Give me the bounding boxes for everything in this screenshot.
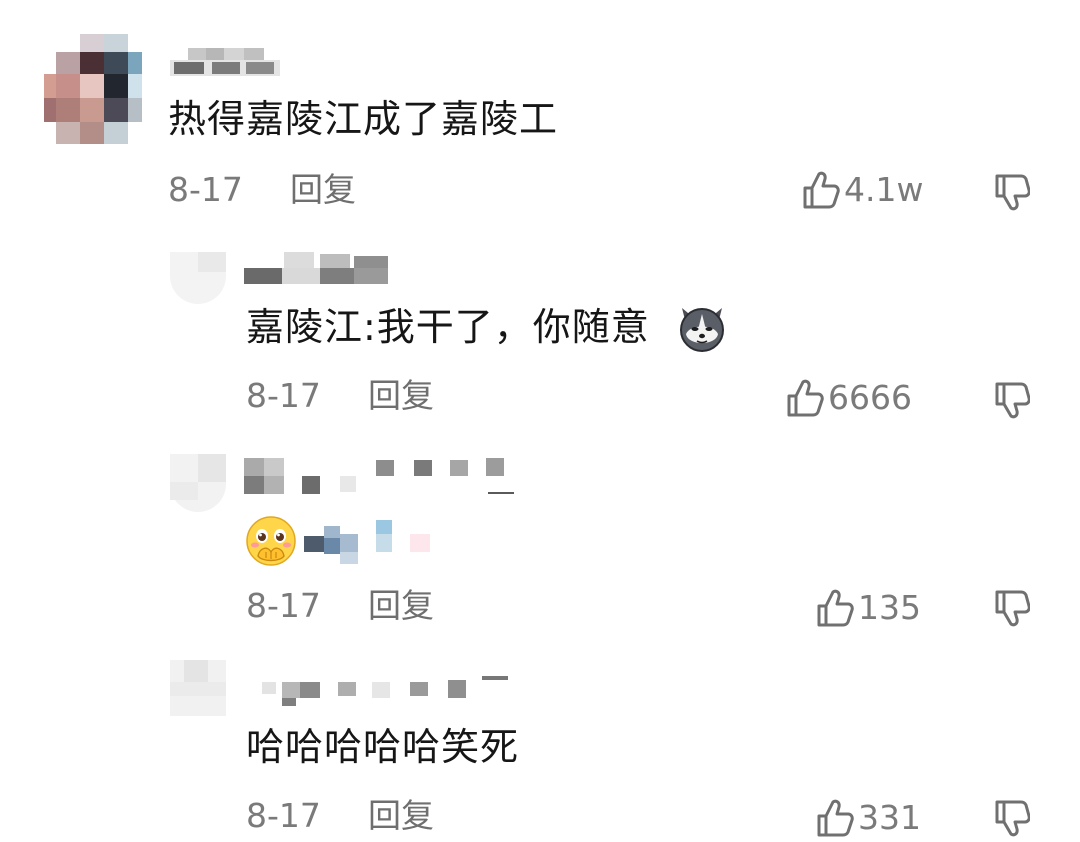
thumbs-up-icon (786, 378, 824, 418)
dislike-button[interactable] (994, 380, 1031, 424)
thumbs-up-icon (802, 170, 840, 210)
like-count: 6666 (828, 378, 912, 417)
avatar[interactable] (170, 252, 226, 304)
emoji-placeholder (304, 520, 434, 566)
username[interactable] (244, 252, 394, 286)
reply-button[interactable]: 回复 (368, 796, 434, 836)
thumbs-up-icon (816, 798, 854, 838)
like-button[interactable]: 4.1w (802, 168, 923, 212)
comment-text: 哈哈哈哈哈笑死 (246, 725, 520, 769)
comment-date: 8-17 (246, 796, 321, 835)
reply-button[interactable]: 回复 (290, 170, 356, 210)
like-count: 4.1w (844, 170, 924, 209)
comment-date: 8-17 (246, 586, 321, 625)
dislike-button[interactable] (994, 798, 1031, 842)
dislike-button[interactable] (994, 588, 1031, 632)
thumbs-down-icon (994, 590, 1031, 632)
husky-dog-emoji (676, 302, 728, 354)
username[interactable] (244, 458, 516, 496)
comment-date: 8-17 (168, 170, 243, 209)
thumbs-up-icon (816, 588, 854, 628)
thumbs-down-icon (994, 800, 1031, 842)
like-button[interactable]: 331 (816, 796, 921, 840)
reply-button[interactable]: 回复 (368, 586, 434, 626)
reply-button[interactable]: 回复 (368, 376, 434, 416)
like-button[interactable]: 135 (816, 586, 921, 630)
avatar[interactable] (170, 454, 226, 512)
username[interactable] (170, 48, 285, 76)
shy-face-emoji (244, 514, 298, 568)
thumbs-down-icon (994, 174, 1031, 216)
thumbs-down-icon (994, 382, 1031, 424)
avatar[interactable] (44, 34, 144, 144)
like-button[interactable]: 6666 (786, 376, 912, 420)
like-count: 331 (858, 798, 921, 837)
dislike-button[interactable] (994, 172, 1031, 216)
like-count: 135 (858, 588, 921, 627)
comment-text: 热得嘉陵江成了嘉陵工 (168, 97, 559, 141)
comment-text-content: 嘉陵江:我干了，你随意 (246, 305, 650, 349)
avatar[interactable] (170, 660, 226, 716)
comment-text: 嘉陵江:我干了，你随意 (246, 304, 650, 350)
username[interactable] (262, 674, 512, 708)
comment-date: 8-17 (246, 376, 321, 415)
